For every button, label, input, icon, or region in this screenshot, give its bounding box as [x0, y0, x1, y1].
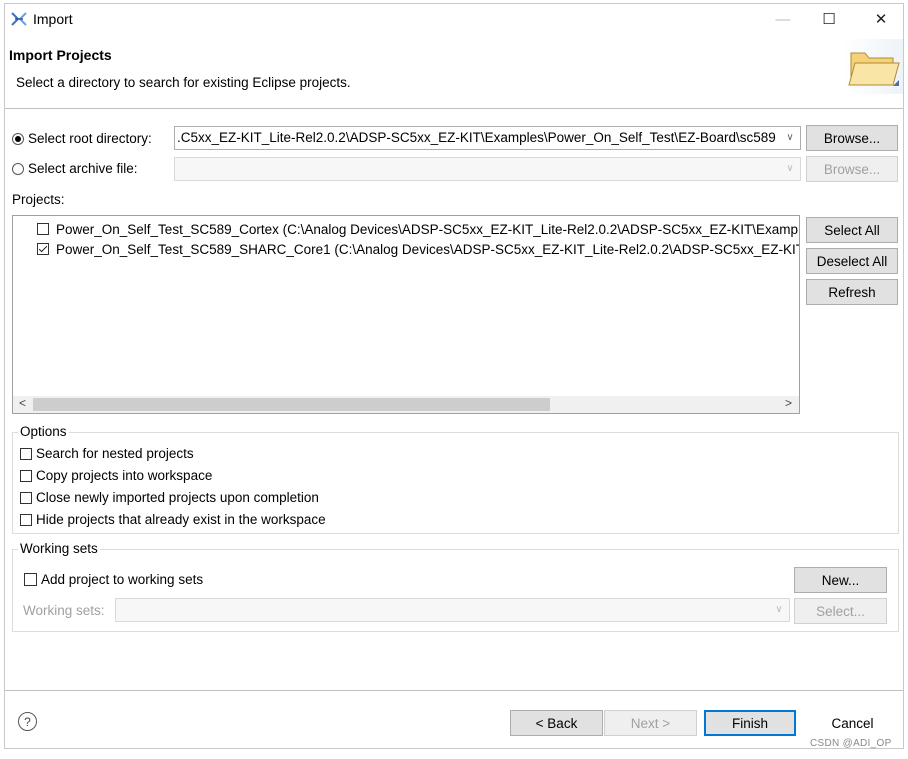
header-separator: [5, 108, 903, 109]
cancel-button[interactable]: Cancel: [806, 710, 899, 736]
projects-list[interactable]: Power_On_Self_Test_SC589_Cortex (C:\Anal…: [12, 215, 800, 414]
root-directory-value: .C5xx_EZ-KIT_Lite-Rel2.0.2\ADSP-SC5xx_EZ…: [177, 130, 776, 145]
option-label: Search for nested projects: [36, 446, 194, 461]
working-sets-combo[interactable]: ∨: [115, 598, 790, 622]
add-to-working-sets-option[interactable]: Add project to working sets: [24, 572, 203, 587]
chevron-down-icon[interactable]: ∨: [780, 127, 800, 149]
footer-separator: [5, 690, 903, 691]
option-checkbox[interactable]: [20, 469, 32, 482]
minimize-button[interactable]: —: [760, 0, 806, 38]
option-label: Hide projects that already exist in the …: [36, 512, 326, 527]
deselect-all-button[interactable]: Deselect All: [806, 248, 898, 274]
option-hide-existing[interactable]: Hide projects that already exist in the …: [20, 512, 326, 527]
options-label: Options: [18, 424, 69, 439]
project-checkbox[interactable]: [37, 223, 49, 235]
scrollbar-thumb[interactable]: [33, 398, 550, 411]
watermark: CSDN @ADI_OP: [810, 738, 892, 749]
browse-archive-button[interactable]: Browse...: [806, 156, 898, 182]
page-title: Import Projects: [9, 47, 112, 63]
option-close-imported[interactable]: Close newly imported projects upon compl…: [20, 490, 319, 505]
option-copy-into-workspace[interactable]: Copy projects into workspace: [20, 468, 212, 483]
root-directory-combo[interactable]: .C5xx_EZ-KIT_Lite-Rel2.0.2\ADSP-SC5xx_EZ…: [174, 126, 801, 150]
help-icon[interactable]: ?: [18, 712, 37, 731]
option-label: Close newly imported projects upon compl…: [36, 490, 319, 505]
add-working-sets-label: Add project to working sets: [41, 572, 204, 587]
root-radio[interactable]: [12, 132, 24, 145]
working-sets-field-label: Working sets:: [23, 603, 105, 618]
option-search-nested[interactable]: Search for nested projects: [20, 446, 194, 461]
working-sets-label: Working sets: [18, 541, 100, 556]
next-button[interactable]: Next >: [604, 710, 697, 736]
project-label: Power_On_Self_Test_SC589_SHARC_Core1 (C:…: [56, 241, 800, 257]
select-archive-option[interactable]: Select archive file:: [12, 161, 138, 176]
archive-file-value: [175, 161, 177, 176]
select-working-sets-button[interactable]: Select...: [794, 598, 887, 624]
maximize-button[interactable]: ☐: [806, 0, 852, 38]
project-label: Power_On_Self_Test_SC589_Cortex (C:\Anal…: [56, 221, 799, 237]
folder-banner-icon: [843, 39, 903, 94]
window-title: Import: [33, 11, 73, 27]
chevron-down-icon[interactable]: ∨: [780, 158, 800, 180]
project-row-sharc[interactable]: Power_On_Self_Test_SC589_SHARC_Core1 (C:…: [37, 239, 800, 259]
scroll-right-icon[interactable]: >: [785, 396, 792, 410]
project-checkbox[interactable]: [37, 243, 49, 255]
projects-label: Projects:: [12, 192, 65, 207]
option-checkbox[interactable]: [20, 513, 32, 526]
finish-button[interactable]: Finish: [704, 710, 796, 736]
project-row-cortex[interactable]: Power_On_Self_Test_SC589_Cortex (C:\Anal…: [37, 219, 798, 239]
refresh-button[interactable]: Refresh: [806, 279, 898, 305]
root-radio-label: Select root directory:: [28, 131, 152, 146]
archive-radio-label: Select archive file:: [28, 161, 138, 176]
select-root-directory-option[interactable]: Select root directory:: [12, 131, 152, 146]
archive-radio[interactable]: [12, 162, 24, 175]
archive-file-combo[interactable]: ∨: [174, 157, 801, 181]
close-button[interactable]: ✕: [858, 0, 904, 38]
add-working-sets-checkbox[interactable]: [24, 573, 37, 586]
option-checkbox[interactable]: [20, 491, 32, 504]
page-subtitle: Select a directory to search for existin…: [16, 75, 351, 90]
import-app-icon: [11, 11, 27, 27]
scroll-left-icon[interactable]: <: [19, 396, 26, 410]
new-working-set-button[interactable]: New...: [794, 567, 887, 593]
chevron-down-icon[interactable]: ∨: [769, 599, 789, 621]
select-all-button[interactable]: Select All: [806, 217, 898, 243]
back-button[interactable]: < Back: [510, 710, 603, 736]
option-label: Copy projects into workspace: [36, 468, 213, 483]
horizontal-scrollbar[interactable]: < >: [13, 396, 799, 413]
option-checkbox[interactable]: [20, 447, 32, 460]
browse-root-button[interactable]: Browse...: [806, 125, 898, 151]
